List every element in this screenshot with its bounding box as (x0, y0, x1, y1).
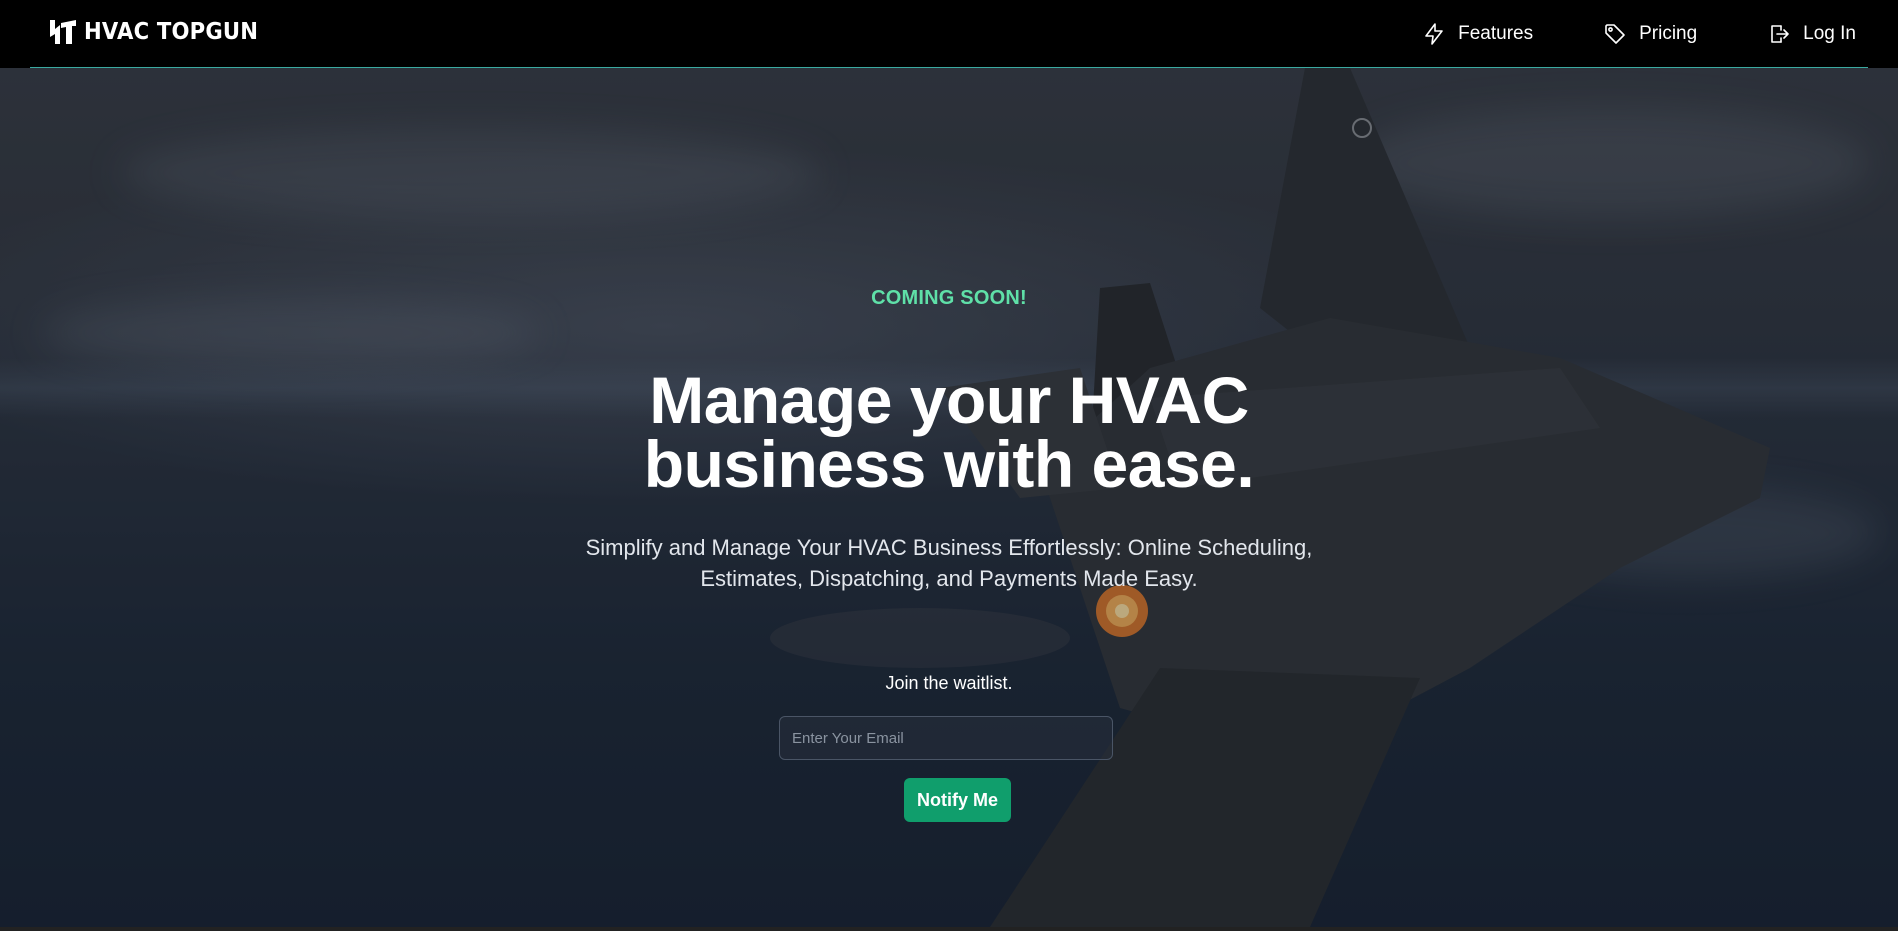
log-in-door-icon (1771, 25, 1789, 43)
brand-name: HVAC TOPGUN (84, 19, 259, 45)
subtitle-line-1: Simplify and Manage Your HVAC Business E… (585, 535, 1313, 560)
hero-subtitle: Simplify and Manage Your HVAC Business E… (560, 532, 1338, 594)
email-input[interactable] (779, 716, 1113, 760)
hero-content: COMING SOON! Manage your HVAC business w… (0, 68, 1898, 927)
logo-icon (50, 20, 76, 44)
headline-line-2: business with ease. (643, 427, 1255, 501)
brand-home-link[interactable]: HVAC TOPGUN (48, 16, 273, 48)
notify-me-button[interactable]: Notify Me (904, 778, 1011, 822)
nav-pricing-link[interactable]: Pricing (1603, 22, 1697, 46)
price-tag-icon (1605, 24, 1625, 44)
navbar-divider (30, 67, 1868, 68)
waitlist-label: Join the waitlist. (885, 673, 1013, 693)
lightning-bolt-icon (1425, 23, 1443, 45)
page-bottom-edge (0, 927, 1898, 931)
nav-login-label: Log In (1803, 23, 1856, 44)
top-navbar: HVAC TOPGUN Features Pricing Log In (0, 0, 1898, 68)
subtitle-line-2: Estimates, Dispatching, and Payments Mad… (700, 566, 1198, 591)
nav-features-label: Features (1458, 23, 1534, 44)
headline-line-1: Manage your HVAC (649, 363, 1249, 437)
nav-login-link[interactable]: Log In (1767, 22, 1856, 46)
nav-pricing-label: Pricing (1639, 23, 1698, 44)
coming-soon-label: COMING SOON! (871, 287, 1027, 309)
hero-headline: Manage your HVAC business with ease. (549, 367, 1349, 497)
nav-features-link[interactable]: Features (1422, 22, 1533, 46)
nav-links: Features Pricing Log In (1422, 0, 1856, 68)
